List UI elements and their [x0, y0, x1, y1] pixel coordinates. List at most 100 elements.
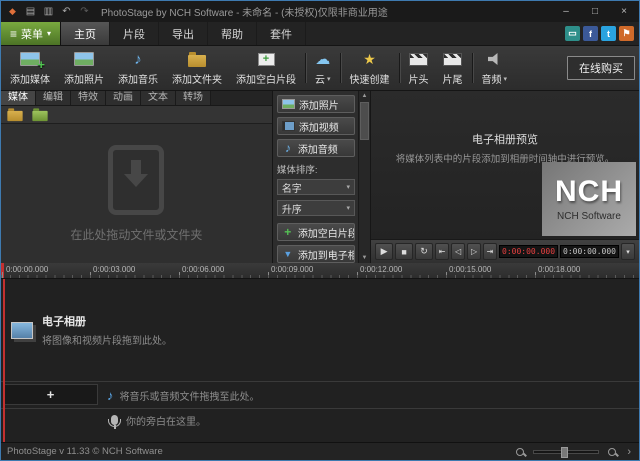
media-scrollbar[interactable]: ▲ ▼: [358, 91, 370, 263]
stop-button[interactable]: ■: [395, 243, 413, 260]
twitter-icon[interactable]: t: [601, 26, 616, 41]
play-button[interactable]: ▶: [375, 243, 393, 260]
zoom-out-icon[interactable]: [513, 445, 527, 459]
blank-slide-icon: [258, 53, 275, 66]
version-text: PhotoStage v 11.33 © NCH Software: [7, 446, 163, 457]
cast-icon[interactable]: ▭: [565, 26, 580, 41]
add-blank-slide-button[interactable]: 添加空白片段: [229, 48, 303, 88]
step-forward-button[interactable]: ▷: [467, 243, 481, 260]
buy-online-button[interactable]: 在线购买: [567, 56, 635, 80]
scrollbar-thumb[interactable]: [360, 102, 369, 140]
quick-create-button[interactable]: ★ 快速创建: [343, 48, 397, 88]
tab-suite[interactable]: 套件: [257, 22, 306, 45]
panel-tab-effects[interactable]: 特效: [71, 91, 106, 105]
scroll-up-icon[interactable]: ▲: [359, 91, 370, 101]
go-end-button[interactable]: ⇥: [483, 243, 497, 260]
add-folder-button[interactable]: 添加文件夹: [165, 48, 229, 88]
nch-logo-text: NCH: [555, 177, 623, 207]
timeline-zoom-slider[interactable]: [533, 450, 599, 454]
sort-by-select[interactable]: 名字 ▾: [277, 179, 355, 195]
redo-icon[interactable]: ↷: [77, 4, 92, 19]
credits-button[interactable]: 片尾: [436, 48, 470, 88]
preview-title: 电子相册预览: [371, 131, 639, 147]
add-media-icon: [20, 52, 40, 66]
toolbar-separator: [399, 53, 400, 83]
quick-create-icon: ★: [363, 52, 376, 66]
ribbon-toolbar: 添加媒体 添加照片 ♪ 添加音乐 添加文件夹 添加空白片段 ☁ 云▾ ★ 快速创…: [1, 46, 639, 91]
add-blank-clip-button[interactable]: + 添加空白片段: [277, 223, 355, 241]
narration-track[interactable]: 你的旁白在这里。: [1, 409, 639, 431]
sort-label: 媒体排序:: [277, 162, 355, 176]
slideshow-icon: [11, 322, 33, 339]
undo-icon[interactable]: ↶: [59, 4, 74, 19]
tab-export[interactable]: 导出: [159, 22, 208, 45]
loop-button[interactable]: ↻: [415, 243, 433, 260]
slideshow-track[interactable]: 电子相册 将图像和视频片段拖到此处。: [1, 279, 639, 382]
playhead-line[interactable]: [3, 279, 5, 442]
maximize-button[interactable]: □: [582, 2, 608, 21]
tab-home[interactable]: 主页: [61, 22, 110, 45]
chevron-right-icon[interactable]: ›: [625, 446, 633, 458]
panel-tabs: 媒体 编辑 特效 动画 文本 转场: [1, 91, 272, 106]
dropdown-arrow-icon: ▾: [347, 204, 351, 212]
toolbar-separator: [472, 53, 473, 83]
add-video-list-button[interactable]: 添加视频: [277, 117, 355, 135]
intro-clip-icon: [409, 53, 428, 66]
go-start-button[interactable]: ⇤: [435, 243, 449, 260]
cloud-button[interactable]: ☁ 云▾: [308, 48, 338, 88]
minimize-button[interactable]: –: [553, 2, 579, 21]
tab-help[interactable]: 帮助: [208, 22, 257, 45]
tab-clips[interactable]: 片段: [110, 22, 159, 45]
flag-icon[interactable]: ⚑: [619, 26, 634, 41]
panel-tab-edit[interactable]: 编辑: [36, 91, 71, 105]
open-icon[interactable]: ▥: [41, 4, 56, 19]
add-to-album-button[interactable]: ▼ 添加到电子相册: [277, 245, 355, 263]
ruler-label: 0:00:00.000: [6, 265, 48, 274]
social-links: ▭ f t ⚑: [565, 22, 639, 45]
panel-tab-media[interactable]: 媒体: [1, 91, 36, 105]
preview-area: 电子相册预览 将媒体列表中的片段添加到相册时间轴中进行预览。 NCH NCH S…: [371, 91, 639, 239]
music-track[interactable]: + ♪ 将音乐或音频文件拖拽至此处。: [1, 382, 639, 409]
status-bar: PhotoStage v 11.33 © NCH Software ›: [1, 442, 639, 460]
window-title: PhotoStage by NCH Software - 未命名 - (未授权)…: [101, 4, 550, 19]
timeline-ruler[interactable]: 0:00:00.000 0:00:03.000 0:00:06.000 0:00…: [1, 263, 639, 279]
add-music-button[interactable]: ♪ 添加音乐: [111, 48, 165, 88]
cloud-icon: ☁: [315, 52, 330, 67]
plus-icon: +: [47, 387, 55, 402]
media-dropzone[interactable]: 在此处拖动文件或文件夹: [1, 124, 272, 263]
step-back-button[interactable]: ◁: [451, 243, 465, 260]
folder-plus-icon: [32, 110, 47, 120]
slideshow-track-title: 电子相册: [42, 313, 172, 329]
down-arrow-icon: ▼: [282, 250, 294, 259]
sort-order-select[interactable]: 升序 ▾: [277, 200, 355, 216]
photo-icon: [282, 99, 295, 109]
menu-bar: ≡ 菜单 ▾ 主页 片段 导出 帮助 套件 ▭ f t ⚑: [1, 22, 639, 46]
intro-button[interactable]: 片头: [402, 48, 436, 88]
transport-options-button[interactable]: ▾: [621, 243, 635, 260]
save-icon[interactable]: ▤: [23, 4, 38, 19]
add-track-button[interactable]: +: [3, 384, 98, 405]
dropdown-arrow-icon: ▾: [504, 75, 508, 83]
zoom-in-icon[interactable]: [605, 445, 619, 459]
add-media-button[interactable]: 添加媒体: [3, 48, 57, 88]
add-folder-button[interactable]: [30, 107, 50, 122]
close-button[interactable]: ×: [611, 2, 637, 21]
panel-tab-text[interactable]: 文本: [141, 91, 176, 105]
playhead-marker[interactable]: [1, 263, 4, 278]
add-photo-list-button[interactable]: 添加照片: [277, 95, 355, 113]
audio-button[interactable]: 音频▾: [475, 48, 515, 88]
add-audio-list-button[interactable]: ♪ 添加音频: [277, 139, 355, 157]
menu-button-label: 菜单: [21, 26, 43, 42]
menu-button[interactable]: ≡ 菜单 ▾: [1, 22, 61, 45]
panel-tab-animation[interactable]: 动画: [106, 91, 141, 105]
dropdown-arrow-icon: ▾: [347, 183, 351, 191]
facebook-icon[interactable]: f: [583, 26, 598, 41]
zoom-slider-thumb[interactable]: [561, 447, 568, 458]
add-photo-button[interactable]: 添加照片: [57, 48, 111, 88]
titlebar: ◆ ▤ ▥ ↶ ↷ PhotoStage by NCH Software - 未…: [1, 1, 639, 22]
panel-tab-transitions[interactable]: 转场: [176, 91, 211, 105]
scroll-down-icon[interactable]: ▼: [359, 253, 370, 263]
add-files-button[interactable]: [5, 107, 25, 122]
microphone-icon: [111, 415, 118, 425]
nch-logo: NCH NCH Software: [542, 162, 636, 236]
